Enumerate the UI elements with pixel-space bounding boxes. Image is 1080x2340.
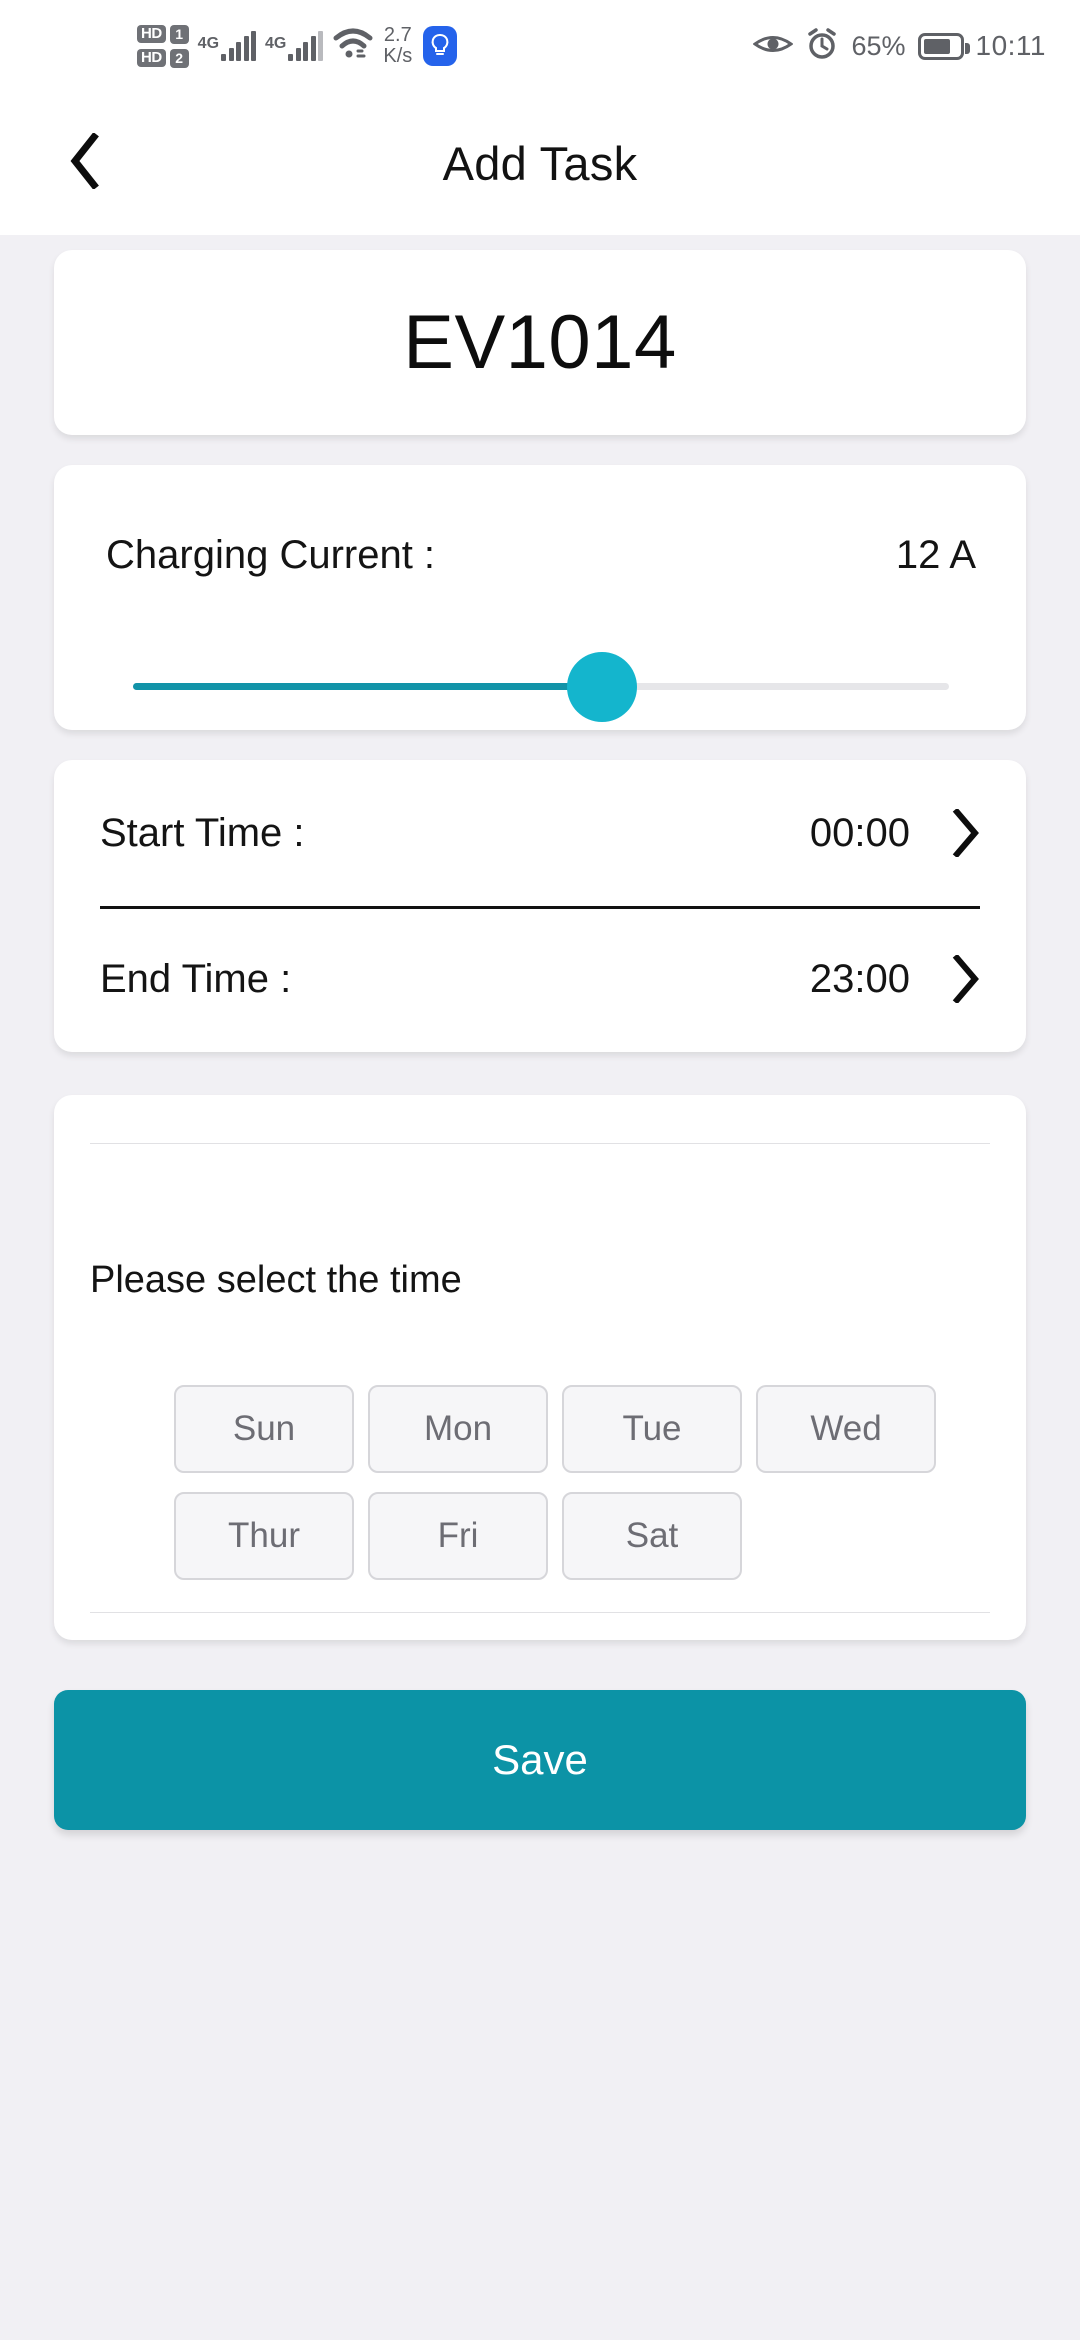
charging-current-card: Charging Current : 12 A (54, 465, 1026, 730)
alarm-clock-icon (805, 27, 839, 66)
day-chip-label: Wed (810, 1409, 882, 1448)
day-chip-label: Thur (228, 1516, 300, 1555)
status-bar-right: 65% 10:11 (752, 27, 1046, 66)
card-top-divider (90, 1143, 990, 1144)
battery-icon (917, 32, 970, 60)
eye-comfort-icon (752, 31, 795, 62)
day-chip-label: Fri (437, 1516, 479, 1555)
lightbulb-icon (423, 26, 458, 66)
chevron-right-icon (950, 809, 984, 857)
app-bar: Add Task (0, 92, 1080, 235)
network-type-label: 4G (265, 35, 287, 52)
slider-filled-track (133, 683, 603, 690)
start-time-value: 00:00 (809, 810, 910, 855)
day-chip-wed[interactable]: Wed (756, 1385, 936, 1473)
day-selection-card: Please select the time Sun Mon Tue Wed T… (54, 1095, 1026, 1640)
charging-current-slider[interactable] (133, 647, 949, 727)
sim1-indicator: HD 1 (137, 24, 189, 44)
sim2-indicator: HD 2 (137, 48, 189, 68)
sim1-number-icon: 1 (169, 24, 189, 44)
start-time-row[interactable]: Start Time : 00:00 (54, 760, 1026, 906)
day-selection-title: Please select the time (90, 1259, 462, 1301)
sim2-number-icon: 2 (169, 48, 189, 68)
dual-sim-indicator: HD 1 HD 2 (137, 24, 189, 68)
day-chip-label: Tue (622, 1409, 682, 1448)
page-title: Add Task (442, 137, 638, 190)
signal-strength-2: 4G (265, 31, 324, 61)
end-time-label: End Time : (100, 956, 292, 1001)
app-screen: HD 1 HD 2 4G 4G 2.7 K/s 65% 10:11 Add Ta… (0, 0, 1080, 2340)
charging-current-value: 12 A (895, 533, 976, 577)
device-name-card: EV1014 (54, 250, 1026, 435)
hd-badge-icon: HD (137, 25, 166, 43)
charging-current-label: Charging Current : (106, 533, 436, 577)
end-time-row[interactable]: End Time : 23:00 (54, 906, 1026, 1052)
signal-bars-icon (221, 31, 257, 61)
wifi-icon (332, 28, 374, 65)
day-chip-tue[interactable]: Tue (562, 1385, 742, 1473)
day-chip-mon[interactable]: Mon (368, 1385, 548, 1473)
chevron-right-icon (950, 955, 984, 1003)
data-speed-indicator: 2.7 K/s (383, 25, 412, 67)
day-chip-fri[interactable]: Fri (368, 1492, 548, 1580)
status-bar: HD 1 HD 2 4G 4G 2.7 K/s 65% 10:11 (0, 0, 1080, 92)
day-chip-label: Mon (423, 1409, 493, 1448)
signal-bars-icon (288, 31, 324, 61)
data-speed-value: 2.7 (383, 24, 412, 46)
signal-strength-1: 4G (197, 31, 257, 61)
day-chip-label: Sun (232, 1409, 296, 1448)
start-time-label: Start Time : (100, 810, 305, 855)
save-button[interactable]: Save (54, 1690, 1026, 1830)
status-bar-clock: 10:11 (975, 30, 1046, 61)
battery-percent-label: 65% (851, 30, 906, 61)
day-chip-sat[interactable]: Sat (562, 1492, 742, 1580)
hd-badge-icon: HD (137, 49, 166, 67)
slider-thumb[interactable] (567, 652, 638, 722)
device-name-label: EV1014 (403, 300, 677, 385)
card-bottom-divider (90, 1612, 990, 1613)
save-button-label: Save (492, 1736, 588, 1783)
status-bar-left: HD 1 HD 2 4G 4G 2.7 K/s (137, 24, 458, 68)
day-chip-label: Sat (625, 1516, 679, 1555)
day-chip-grid: Sun Mon Tue Wed Thur Fri Sat (174, 1385, 974, 1580)
chevron-left-icon (67, 132, 103, 194)
back-button[interactable] (50, 129, 120, 199)
data-speed-unit: K/s (383, 45, 413, 67)
end-time-value: 23:00 (809, 956, 910, 1001)
time-settings-card: Start Time : 00:00 End Time : 23:00 (54, 760, 1026, 1052)
day-chip-thur[interactable]: Thur (174, 1492, 354, 1580)
day-chip-sun[interactable]: Sun (174, 1385, 354, 1473)
charging-current-header: Charging Current : 12 A (54, 533, 1026, 578)
network-type-label: 4G (197, 35, 220, 52)
